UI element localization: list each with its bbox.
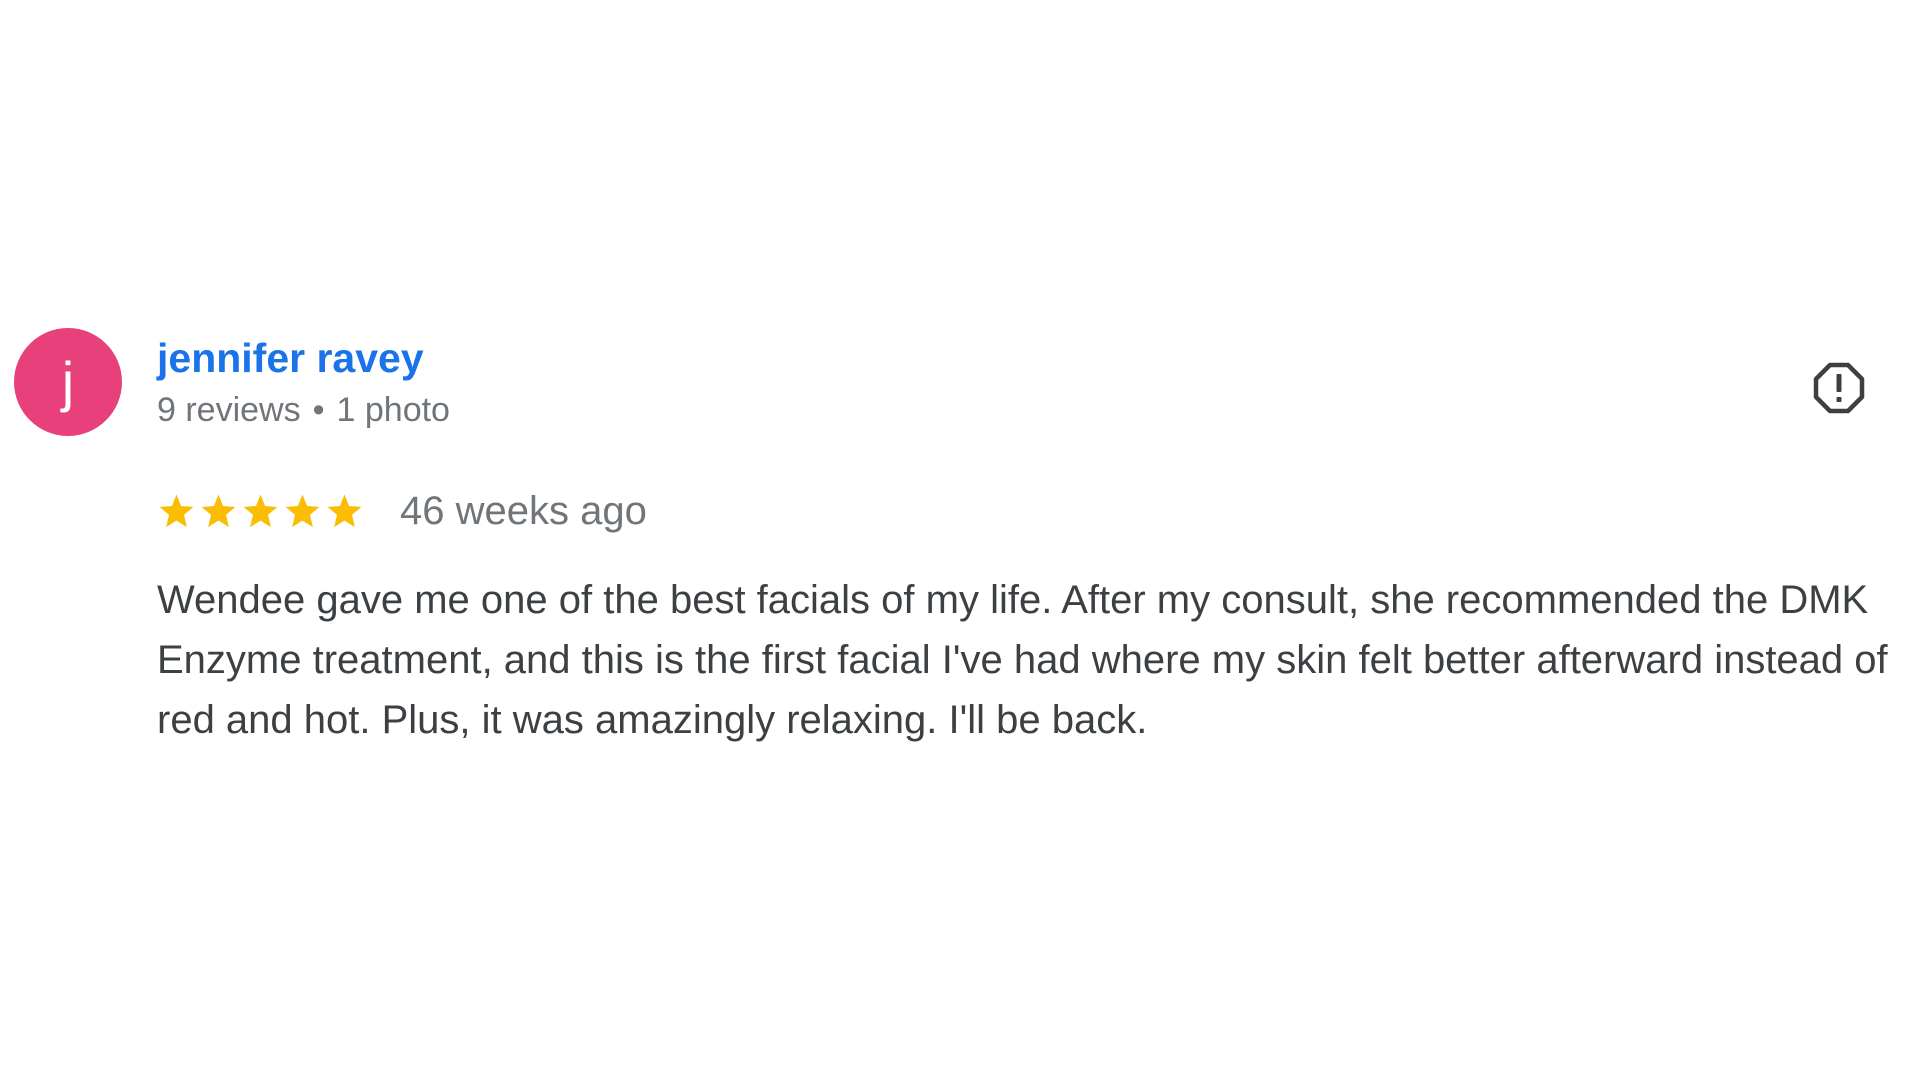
- avatar[interactable]: j: [14, 328, 122, 436]
- reviewer-meta: 9 reviews • 1 photo: [157, 390, 450, 430]
- star-icon: [327, 493, 362, 527]
- report-review-button[interactable]: [1808, 357, 1870, 419]
- avatar-letter: j: [61, 350, 75, 413]
- reviews-count: 9 reviews: [157, 391, 301, 429]
- review-text: Wendee gave me one of the best facials o…: [157, 578, 1888, 742]
- rating-row: 46 weeks ago: [157, 484, 647, 538]
- reviewer-name-link[interactable]: jennifer ravey: [157, 335, 424, 381]
- photos-count: 1 photo: [336, 391, 450, 429]
- star-icon: [159, 493, 194, 527]
- star-rating: [157, 492, 364, 531]
- review-time: 46 weeks ago: [400, 489, 647, 533]
- report-flag-octagon-icon: [1813, 362, 1865, 414]
- star-icon: [285, 493, 320, 527]
- meta-separator: •: [312, 391, 325, 429]
- star-icon: [243, 493, 278, 527]
- review-card: j jennifer ravey 9 reviews • 1 photo 46 we…: [0, 0, 1920, 1080]
- star-icon: [201, 493, 236, 527]
